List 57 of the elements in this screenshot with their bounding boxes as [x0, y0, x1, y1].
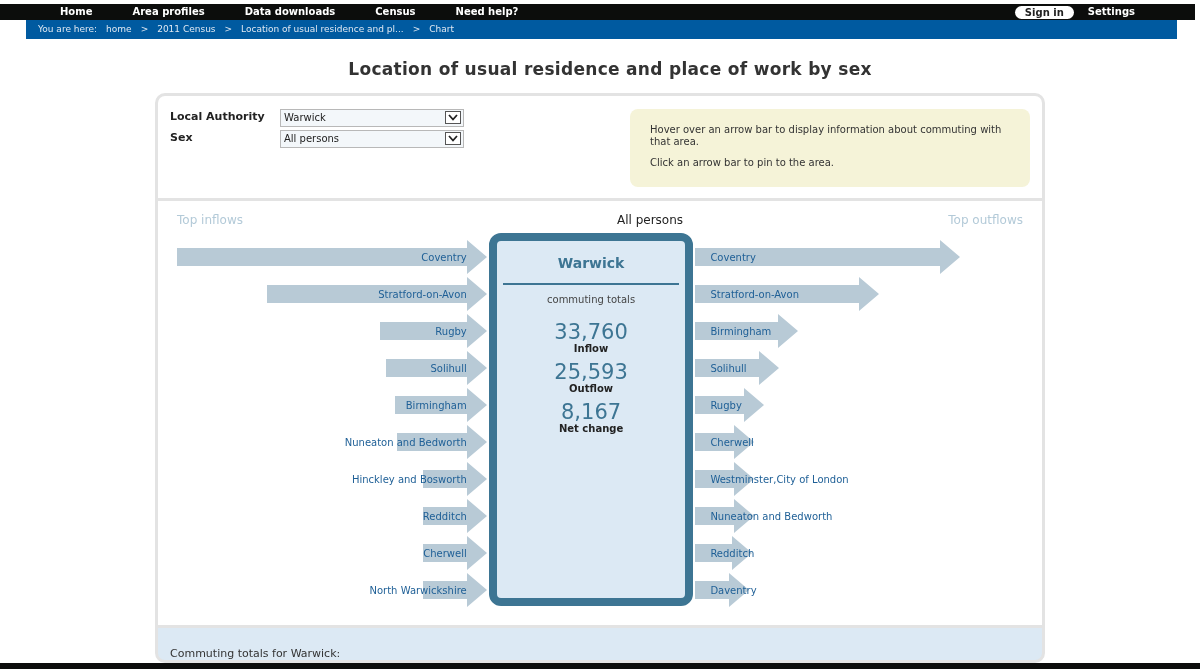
- outflows-heading: Top outflows: [947, 211, 1023, 229]
- panel-subtitle: commuting totals: [547, 292, 636, 307]
- breadcrumb-link[interactable]: home: [106, 22, 132, 37]
- nav-link[interactable]: Data downloads: [244, 7, 336, 17]
- arrow-bar[interactable]: [266, 276, 487, 311]
- total-label: Inflow: [573, 342, 609, 355]
- breadcrumb-link[interactable]: Location of usual residence and pl...: [241, 22, 404, 37]
- nav-link[interactable]: Census: [375, 7, 416, 17]
- arrow-bar[interactable]: [695, 535, 753, 570]
- inflows-heading: Top inflows: [177, 211, 244, 229]
- arrow-bar[interactable]: [695, 387, 765, 422]
- breadcrumb-link[interactable]: 2011 Census: [157, 22, 216, 37]
- chevron-down-icon: [445, 111, 461, 124]
- arrow-bar[interactable]: [422, 535, 487, 570]
- filter-label: Sex: [170, 130, 194, 147]
- arrow-bar[interactable]: [695, 350, 780, 385]
- area-link[interactable]: Coventry: [695, 249, 756, 265]
- breadcrumb-separator: >: [412, 22, 421, 36]
- dropdown[interactable]: All persons: [280, 129, 464, 148]
- total-label: Outflow: [569, 382, 613, 395]
- area-name: Warwick: [557, 253, 625, 273]
- settings-link[interactable]: Settings: [1087, 7, 1135, 17]
- info-text: Click an arrow bar to pin to the area.: [650, 156, 835, 169]
- dropdown[interactable]: Warwick: [280, 108, 464, 127]
- nav-link[interactable]: Area profiles: [132, 7, 205, 17]
- arrow-bar[interactable]: [394, 387, 487, 422]
- page-title: Location of usual residence and place of work by sex: [347, 58, 873, 81]
- area-link[interactable]: Coventry: [421, 249, 487, 265]
- total-label: Net change: [558, 422, 624, 435]
- info-text: Hover over an arrow bar to display information about commuting with that area.: [650, 123, 1003, 148]
- arrow-bar[interactable]: [422, 498, 487, 533]
- area-link[interactable]: Westminster,City of London: [695, 471, 849, 487]
- total-value: 33,760: [554, 320, 628, 343]
- nav-link[interactable]: Home: [60, 7, 93, 17]
- breadcrumb-separator: >: [140, 22, 149, 36]
- arrow-bar[interactable]: [396, 424, 487, 459]
- breadcrumb-separator: >: [224, 22, 233, 36]
- area-link[interactable]: Nuneaton and Bedworth: [695, 508, 833, 524]
- nav-link[interactable]: Need help?: [455, 7, 519, 17]
- arrow-bar[interactable]: [695, 313, 799, 348]
- arrow-bar[interactable]: [695, 276, 880, 311]
- chart-subtitle: All persons: [616, 211, 684, 229]
- total-value: 8,167: [561, 400, 622, 423]
- filter-label: Local Authority: [170, 109, 266, 126]
- area-link[interactable]: Daventry: [695, 582, 757, 598]
- total-value: 25,593: [554, 360, 628, 383]
- arrow-bar[interactable]: [385, 350, 487, 385]
- sign-in-button[interactable]: Sign in: [1014, 5, 1074, 19]
- area-link[interactable]: North Warwickshire: [369, 582, 487, 598]
- breadcrumb-link[interactable]: Chart: [429, 22, 454, 37]
- breadcrumb-prefix: You are here:: [38, 22, 98, 36]
- arrow-bar[interactable]: [422, 461, 487, 496]
- summary-heading: Commuting totals for Warwick:: [170, 646, 341, 660]
- arrow-bar[interactable]: [379, 313, 487, 348]
- area-link[interactable]: Nuneaton and Bedworth: [344, 434, 487, 450]
- chevron-down-icon: [445, 132, 461, 145]
- area-link[interactable]: Hinckley and Bosworth: [351, 471, 487, 487]
